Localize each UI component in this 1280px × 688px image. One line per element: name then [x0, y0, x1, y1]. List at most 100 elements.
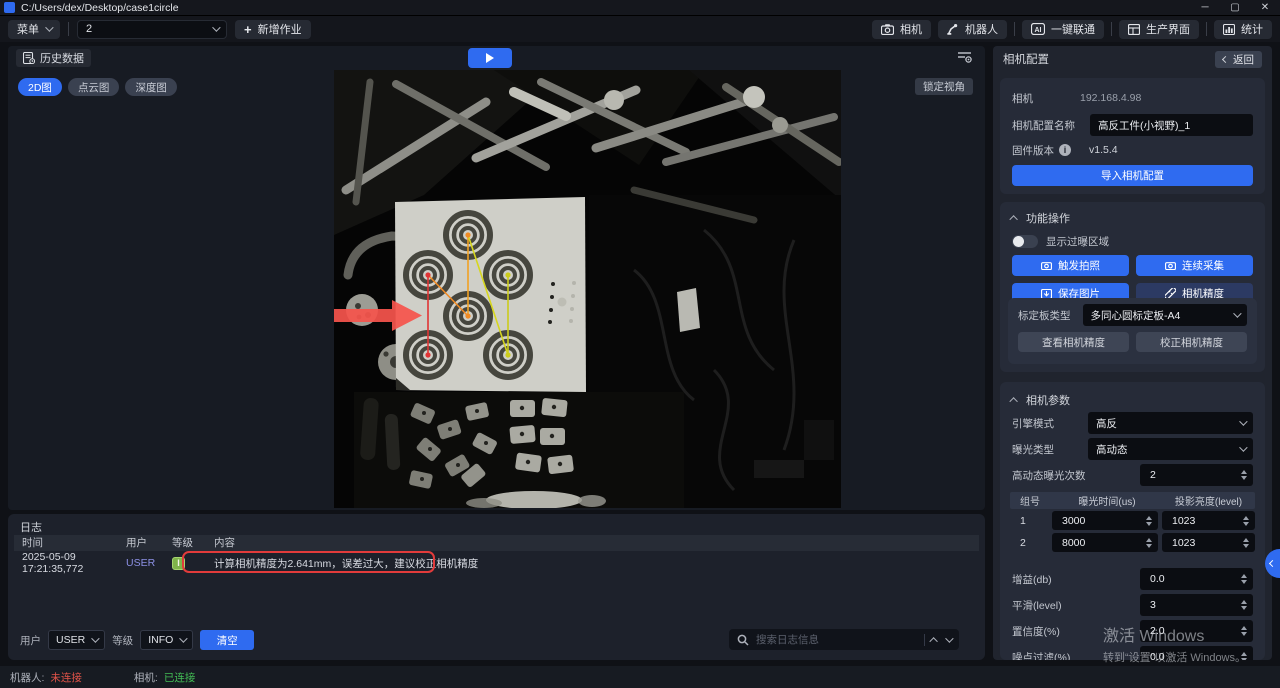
app-icon — [4, 2, 15, 13]
job-selector-value: 2 — [86, 23, 92, 35]
minimize-button[interactable]: ─ — [1190, 0, 1220, 16]
camera-ip-label: 相机 — [1012, 91, 1080, 106]
chevron-left-icon — [1222, 55, 1229, 62]
exp-row-id: 1 — [1010, 515, 1052, 527]
window-title-bar: C:/Users/dex/Desktop/case1circle ─ ▢ ✕ — [0, 0, 1280, 16]
back-button[interactable]: 返回 — [1215, 51, 1262, 68]
divider — [924, 634, 925, 646]
hdr-count-value: 2 — [1150, 469, 1156, 481]
viewer-panel: 历史数据 2D图 点云图 深度图 锁定视角 — [8, 46, 985, 510]
maximize-button[interactable]: ▢ — [1220, 0, 1250, 16]
robot-button[interactable]: 机器人 — [938, 20, 1007, 39]
chevron-down-icon — [1239, 443, 1247, 451]
new-job-label: 新增作业 — [258, 21, 302, 37]
view-accuracy-button[interactable]: 查看相机精度 — [1018, 332, 1129, 352]
log-highlight-box — [182, 551, 435, 573]
robot-status-value: 未连接 — [50, 670, 82, 685]
run-button[interactable] — [468, 48, 512, 68]
gain-spinner[interactable]: 0.0 — [1140, 568, 1253, 590]
bar-chart-icon — [1223, 24, 1235, 35]
trigger-capture-button[interactable]: 触发拍照 — [1012, 255, 1129, 276]
user-filter-value: USER — [56, 634, 85, 646]
continuous-capture-button[interactable]: 连续采集 — [1136, 255, 1253, 276]
menu-label: 菜单 — [17, 21, 39, 37]
plus-icon: + — [244, 23, 252, 36]
function-section-label: 功能操作 — [1026, 210, 1070, 226]
brightness-spinner[interactable]: 1023 — [1162, 533, 1255, 552]
tab-depth-view[interactable]: 深度图 — [125, 78, 177, 96]
firmware-label: 固件版本 — [1012, 143, 1054, 158]
clear-log-button[interactable]: 清空 — [200, 630, 254, 650]
smooth-spinner[interactable]: 3 — [1140, 594, 1253, 616]
chevron-down-icon — [212, 23, 220, 31]
camera-button[interactable]: 相机 — [872, 20, 931, 39]
brightness-spinner[interactable]: 1023 — [1162, 511, 1255, 530]
confidence-spinner[interactable]: 2.0 — [1140, 620, 1253, 642]
hdr-count-label: 高动态曝光次数 — [1012, 468, 1140, 483]
board-type-dropdown[interactable]: 多同心圆标定板-A4 — [1083, 304, 1248, 326]
config-name-input[interactable]: 高反工件(小视野)_1 — [1090, 114, 1253, 136]
one-key-connect-button[interactable]: AI 一键联通 — [1022, 20, 1104, 39]
production-ui-label: 生产界面 — [1146, 21, 1190, 37]
divider — [68, 22, 69, 36]
noise-filter-spinner[interactable]: 0.0 — [1140, 646, 1253, 660]
camera-image-view[interactable] — [334, 70, 841, 508]
calibrate-accuracy-button[interactable]: 校正相机精度 — [1136, 332, 1247, 352]
config-name-value: 高反工件(小视野)_1 — [1098, 118, 1190, 133]
camera-button-label: 相机 — [900, 21, 922, 37]
log-panel: 日志 时间 用户 等级 内容 2025-05-09 17:21:35,772 U… — [8, 514, 985, 660]
exp-row-id: 2 — [1010, 537, 1052, 549]
function-section-header[interactable]: 功能操作 — [1000, 210, 1265, 226]
statistics-button[interactable]: 统计 — [1214, 20, 1272, 39]
exposure-type-dropdown[interactable]: 高动态 — [1088, 438, 1253, 460]
search-prev-icon[interactable] — [929, 637, 937, 645]
level-filter-dropdown[interactable]: INFO — [140, 630, 193, 650]
search-next-icon[interactable] — [945, 634, 953, 642]
camera-identity-card: 相机 192.168.4.98 相机配置名称 高反工件(小视野)_1 固件版本 … — [1000, 78, 1265, 194]
exposure-time-value: 3000 — [1062, 515, 1085, 527]
camera-status-value: 已连接 — [164, 670, 196, 685]
history-icon — [23, 52, 35, 64]
camera-icon — [1165, 261, 1176, 270]
exposure-row: 1 3000 1023 — [1010, 510, 1255, 531]
save-image-icon — [1041, 289, 1052, 299]
overexposure-toggle[interactable] — [1012, 235, 1038, 248]
log-filter-controls: 用户 USER 等级 INFO 清空 — [20, 630, 254, 650]
display-settings-icon[interactable] — [957, 50, 973, 64]
chevron-up-icon — [1009, 215, 1017, 223]
camera-image-scene — [334, 70, 841, 508]
import-config-button[interactable]: 导入相机配置 — [1012, 165, 1253, 186]
history-data-label: 历史数据 — [40, 50, 84, 66]
exposure-type-label: 曝光类型 — [1012, 442, 1088, 457]
robot-arm-icon — [947, 23, 959, 35]
statistics-label: 统计 — [1241, 21, 1263, 37]
log-search-input[interactable] — [756, 634, 886, 646]
tab-pointcloud-view[interactable]: 点云图 — [68, 78, 120, 96]
overexposure-label: 显示过曝区域 — [1046, 234, 1109, 249]
info-icon[interactable]: i — [1059, 144, 1071, 156]
log-row-time: 2025-05-09 17:21:35,772 — [14, 551, 126, 575]
menu-button[interactable]: 菜单 — [8, 20, 60, 39]
close-button[interactable]: ✕ — [1250, 0, 1280, 16]
params-section-header[interactable]: 相机参数 — [1000, 392, 1265, 408]
exposure-time-spinner[interactable]: 8000 — [1052, 533, 1158, 552]
camera-config-title: 相机配置 — [1003, 51, 1049, 67]
log-search[interactable] — [729, 629, 959, 650]
exposure-table: 组号 曝光时间(us) 投影亮度(level) 1 3000 1023 2 80… — [1010, 492, 1255, 553]
user-filter-dropdown[interactable]: USER — [48, 630, 105, 650]
engine-mode-dropdown[interactable]: 高反 — [1088, 412, 1253, 434]
camera-ip-value: 192.168.4.98 — [1080, 92, 1141, 104]
lock-view-button[interactable]: 锁定视角 — [915, 78, 973, 95]
job-selector[interactable]: 2 — [77, 20, 227, 39]
tab-2d-view[interactable]: 2D图 — [18, 78, 62, 96]
new-job-button[interactable]: + 新增作业 — [235, 20, 311, 39]
calibration-board — [395, 197, 586, 392]
log-row[interactable]: 2025-05-09 17:21:35,772 USER I 计算相机精度为2.… — [14, 554, 979, 572]
camera-icon — [1041, 261, 1052, 270]
hdr-count-spinner[interactable]: 2 — [1140, 464, 1253, 486]
exp-col-time: 曝光时间(us) — [1052, 493, 1162, 508]
chevron-down-icon — [91, 634, 99, 642]
exposure-time-spinner[interactable]: 3000 — [1052, 511, 1158, 530]
production-ui-button[interactable]: 生产界面 — [1119, 20, 1199, 39]
history-data-button[interactable]: 历史数据 — [16, 49, 91, 67]
